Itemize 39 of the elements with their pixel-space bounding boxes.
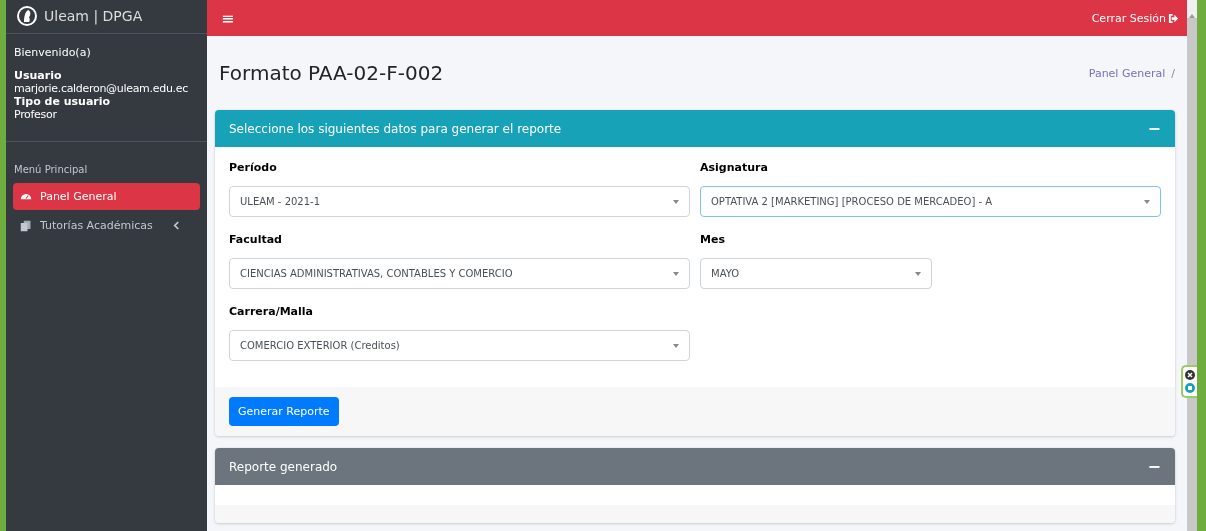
field-label: Asignatura <box>700 161 769 176</box>
scroll-up-icon <box>1189 14 1195 18</box>
caret-icon <box>673 271 679 276</box>
field-label: Mes <box>700 233 726 248</box>
caret-icon <box>673 343 679 348</box>
field-label: Período <box>229 161 278 176</box>
close-icon[interactable] <box>1185 370 1195 380</box>
field-label: Facultad <box>229 233 283 248</box>
menu-header: Menú Principal <box>13 163 89 177</box>
generate-report-button[interactable]: Generar Reporte <box>229 397 339 426</box>
scrollbar[interactable] <box>1187 0 1197 531</box>
logo-icon <box>16 4 38 27</box>
logout-icon <box>1168 12 1179 24</box>
select-field[interactable]: COMERCIO EXTERIOR (Creditos) <box>229 330 690 361</box>
collapse-button[interactable]: − <box>1147 457 1161 476</box>
breadcrumb-separator: / <box>1171 66 1175 80</box>
caret-icon <box>915 271 921 276</box>
sidebar-menu-item[interactable]: Panel General <box>13 183 200 210</box>
card-title: Seleccione los siguientes datos para generar el reporte <box>229 121 562 136</box>
brand-name[interactable]: Uleam | DPGA <box>44 7 143 24</box>
select-field[interactable]: MAYO <box>700 258 932 289</box>
user-info-label: Tipo de usuario <box>14 95 112 108</box>
book-icon <box>20 219 32 232</box>
field-label: Carrera/Malla <box>229 305 314 320</box>
breadcrumb-link[interactable]: Panel General <box>1088 66 1166 80</box>
page-title: Formato PAA-02-F-002 <box>219 61 444 85</box>
logout-link[interactable]: Cerrar Sesión <box>1091 11 1179 25</box>
select-field[interactable]: CIENCIAS ADMINISTRATIVAS, CONTABLES Y COMERCIO <box>229 258 690 289</box>
user-info-value: marjorie.calderon@uleam.edu.ec <box>14 82 189 95</box>
menu-toggle[interactable]: ≡ <box>221 8 235 28</box>
select-field[interactable]: ULEAM - 2021-1 <box>229 186 690 217</box>
sidebar-menu-item[interactable]: Tutorías Académicas <box>13 212 200 239</box>
user-info-label: Usuario <box>14 69 63 82</box>
select-field[interactable]: OPTATIVA 2 [MARKETING] [PROCESO DE MERCADEO] - A <box>700 186 1161 217</box>
caret-icon <box>1144 199 1150 204</box>
card-title: Reporte generado <box>229 459 338 474</box>
user-info-value: Profesor <box>14 108 58 121</box>
caret-icon <box>673 199 679 204</box>
welcome-text: Bienvenido(a) <box>14 46 92 59</box>
